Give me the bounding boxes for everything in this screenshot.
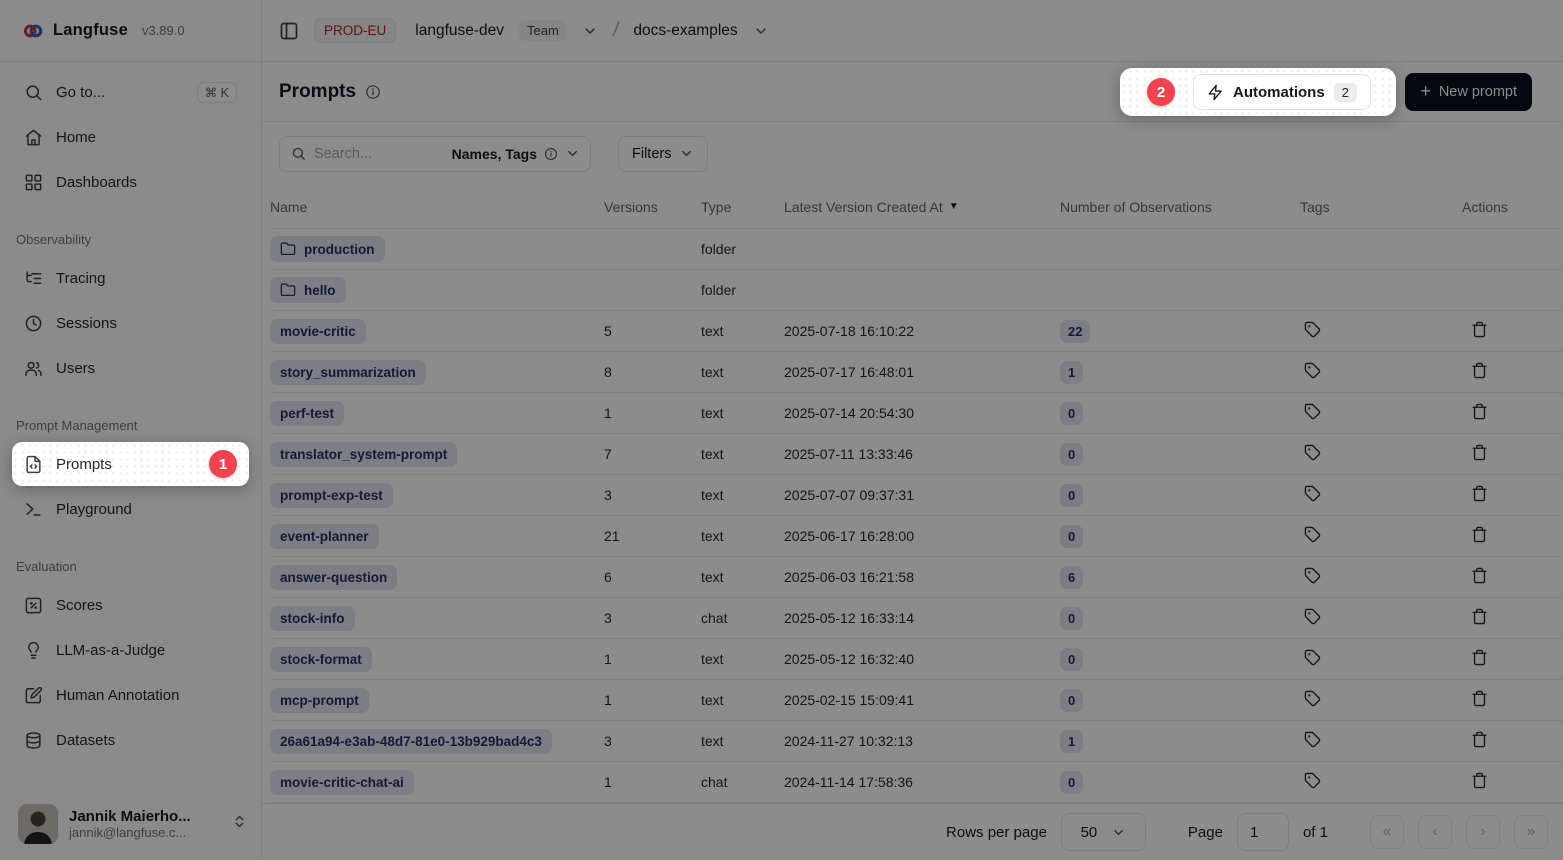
- sidebar-item-prompts[interactable]: Prompts 1: [12, 442, 249, 486]
- dim-overlay: [0, 0, 1563, 860]
- automations-count-badge: 2: [1334, 83, 1357, 102]
- automations-spotlight: 2 Automations 2: [1120, 68, 1396, 116]
- file-icon: [24, 455, 43, 474]
- annotation-marker-2: 2: [1147, 78, 1175, 106]
- annotation-marker-1: 1: [209, 450, 237, 478]
- zap-icon: [1207, 84, 1224, 101]
- sidebar-item-label: Prompts: [56, 456, 112, 473]
- langfuse-app: Langfuse v3.89.0 Go to...⌘ KHomeDashboar…: [0, 0, 1563, 860]
- automations-button[interactable]: Automations 2: [1193, 74, 1371, 110]
- automations-label: Automations: [1233, 84, 1325, 101]
